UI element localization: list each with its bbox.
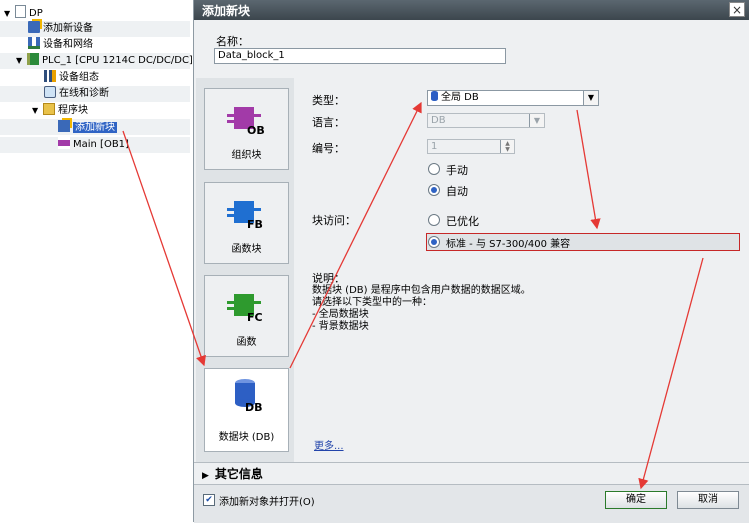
svg-text:DB: DB	[245, 401, 263, 411]
name-label: 名称：	[216, 35, 249, 48]
type-label: 类型：	[312, 94, 345, 107]
divider	[194, 462, 749, 463]
project-icon	[15, 5, 26, 18]
description-text: 数据块 (DB) 是程序中包含用户数据的数据区域。 请选择以下类型中的一种： -…	[312, 285, 531, 332]
device-config-icon	[44, 70, 56, 82]
organization-block-icon: OB	[227, 107, 265, 135]
online-diagnostics-icon	[44, 86, 56, 98]
tree-item-add-device[interactable]: 添加新设备	[28, 21, 93, 37]
add-device-icon	[28, 21, 40, 33]
tree-item-online-diagnostics[interactable]: 在线和诊断	[44, 86, 109, 102]
description-label: 说明：	[312, 272, 345, 285]
block-type-label: 数据块 (DB)	[218, 432, 275, 443]
project-tree: ▼ DP 添加新设备 设备和网络 ▼ PLC_1 [CPU 1214C DC/DC/…	[0, 0, 193, 160]
language-label: 语言：	[312, 116, 345, 129]
chevron-right-icon: ▶	[202, 471, 209, 481]
open-after-add-label: 添加新对象并打开(O)	[219, 497, 315, 508]
cancel-button[interactable]: 取消	[677, 491, 739, 509]
add-new-block-dialog: 添加新块 × 名称： Data_block_1 OB 组织块 FB 函数块 FC…	[193, 0, 749, 523]
open-after-add-checkbox[interactable]: ✔	[203, 494, 215, 506]
block-type-ob[interactable]: OB 组织块	[204, 88, 289, 170]
svg-text:FC: FC	[247, 311, 263, 322]
function-icon: FC	[227, 294, 263, 322]
standard-radio[interactable]	[428, 236, 440, 248]
tree-item-devices-networks[interactable]: 设备和网络	[28, 37, 93, 53]
number-stepper[interactable]: 1 ▲ ▼	[427, 139, 515, 154]
manual-label: 手动	[446, 164, 468, 177]
manual-radio[interactable]	[428, 163, 440, 175]
ob-block-icon	[58, 137, 70, 149]
chevron-down-icon[interactable]: ▼	[529, 114, 544, 127]
block-type-panel: OB 组织块 FB 函数块 FC 函数 DB 数据块 (DB)	[196, 78, 294, 463]
optimized-label: 已优化	[446, 215, 479, 228]
close-button[interactable]: ×	[729, 2, 745, 17]
block-type-label: 函数	[236, 337, 257, 348]
other-info-expander[interactable]: ▶ 其它信息	[202, 465, 263, 482]
folder-icon	[43, 103, 55, 115]
dialog-titlebar: 添加新块 ×	[194, 0, 749, 20]
add-block-icon	[58, 120, 70, 132]
network-icon	[28, 37, 40, 49]
auto-label: 自动	[446, 185, 468, 198]
number-label: 编号：	[312, 142, 345, 155]
svg-text:OB: OB	[247, 124, 265, 135]
tree-item-plc[interactable]: ▼ PLC_1 [CPU 1214C DC/DC/DC]	[16, 53, 193, 69]
block-type-fc[interactable]: FC 函数	[204, 275, 289, 357]
auto-radio[interactable]	[428, 184, 440, 196]
block-type-label: 函数块	[231, 244, 262, 255]
ok-button[interactable]: 确定	[605, 491, 667, 509]
block-type-label: 组织块	[231, 150, 262, 161]
language-select[interactable]: DB ▼	[427, 113, 545, 128]
optimized-radio[interactable]	[428, 214, 440, 226]
plc-icon	[27, 53, 39, 65]
dialog-title: 添加新块	[202, 4, 251, 18]
tree-item-project[interactable]: ▼ DP	[4, 5, 43, 21]
function-block-icon: FB	[227, 201, 263, 229]
tree-item-add-block[interactable]: 添加新块	[58, 120, 117, 136]
type-select[interactable]: 全局 DB ▼	[427, 90, 599, 106]
block-type-fb[interactable]: FB 函数块	[204, 182, 289, 264]
svg-text:FB: FB	[247, 218, 263, 229]
name-input[interactable]: Data_block_1	[214, 48, 506, 64]
block-access-label: 块访问：	[312, 214, 356, 227]
tree-item-main-ob1[interactable]: Main [OB1]	[58, 137, 129, 153]
stepper-arrows-icon[interactable]: ▲ ▼	[500, 140, 514, 153]
standard-label: 标准 - 与 S7-300/400 兼容	[446, 239, 571, 250]
database-icon: DB	[235, 379, 263, 411]
expand-icon[interactable]: ▼	[16, 53, 24, 69]
tree-item-device-config[interactable]: 设备组态	[44, 70, 99, 86]
chevron-down-icon[interactable]: ▼	[583, 91, 598, 105]
tree-item-program-blocks[interactable]: ▼ 程序块	[32, 103, 88, 119]
expand-icon[interactable]: ▼	[32, 103, 40, 119]
more-link[interactable]: 更多...	[314, 437, 344, 452]
expand-icon[interactable]: ▼	[4, 6, 12, 22]
database-icon	[431, 91, 438, 101]
arrow-to-db-block	[122, 130, 206, 367]
block-type-db[interactable]: DB 数据块 (DB)	[204, 368, 289, 452]
